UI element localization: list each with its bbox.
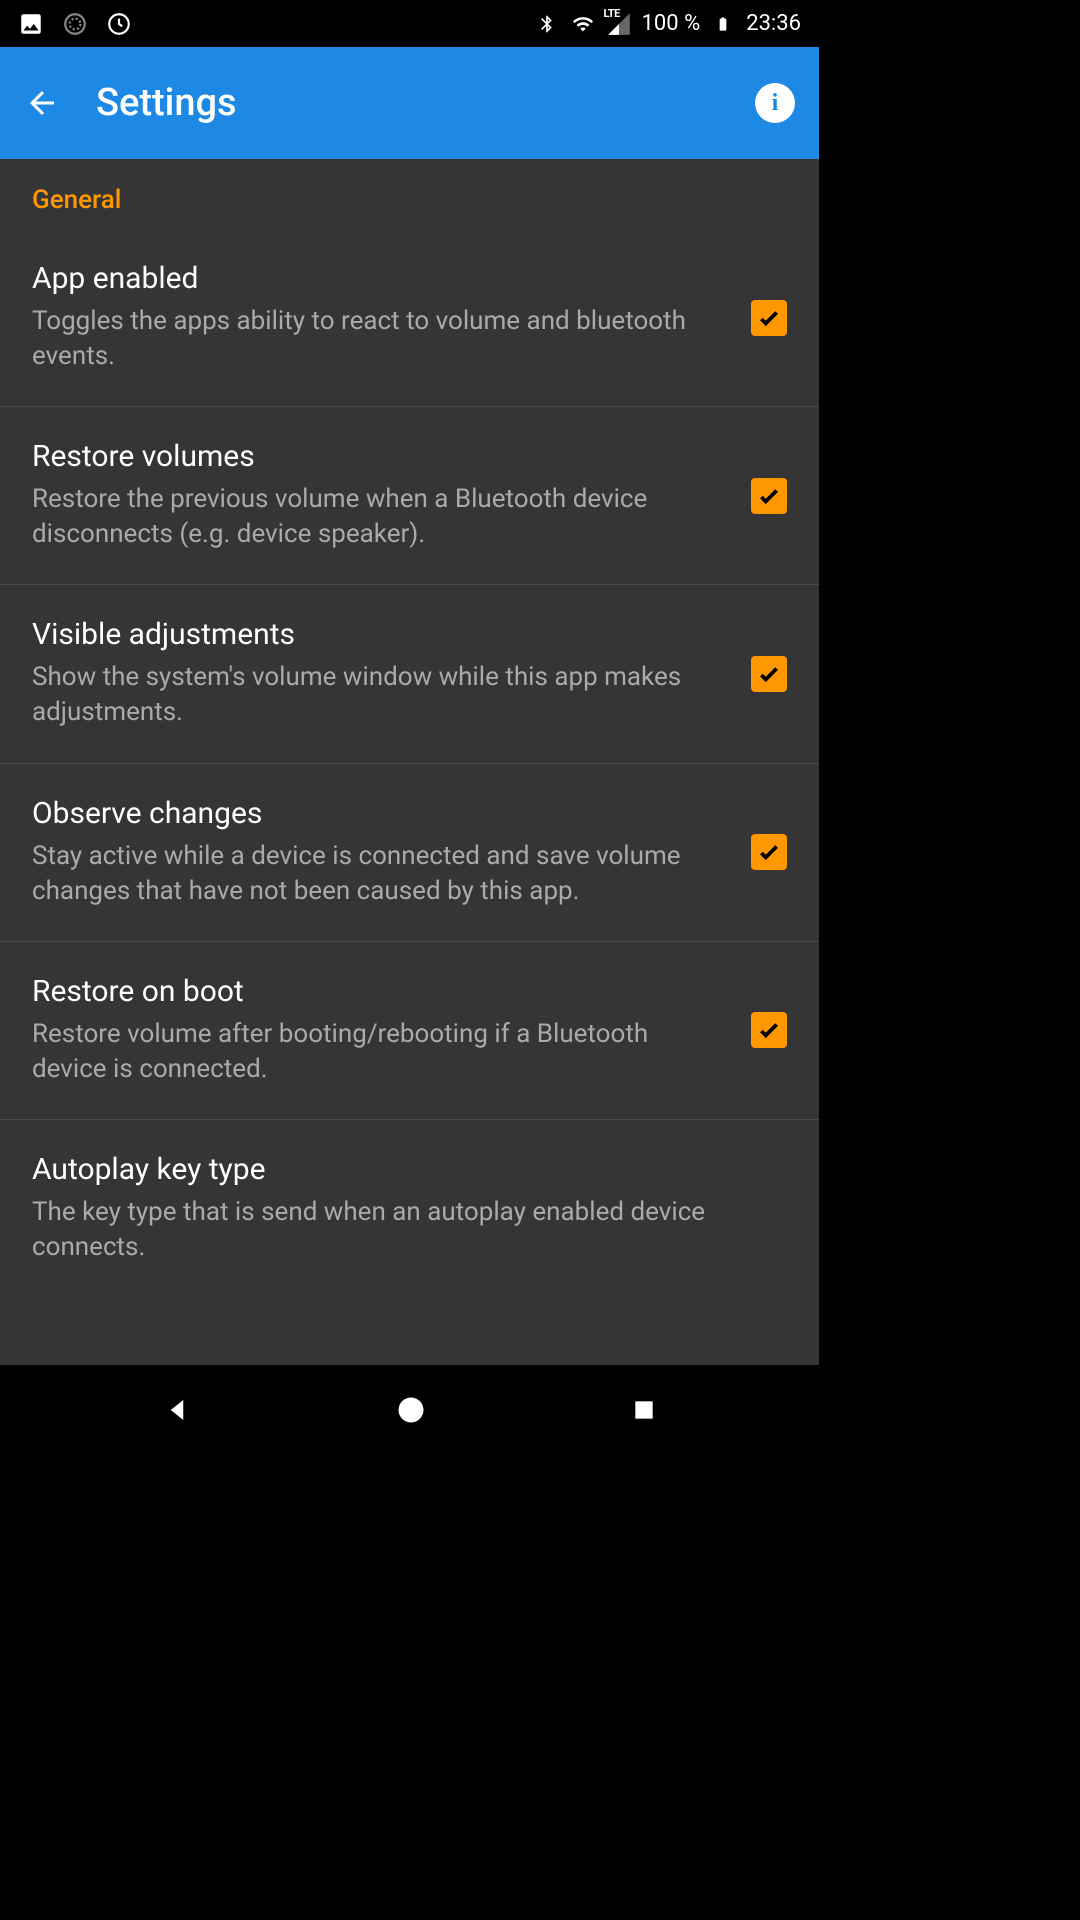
clock-time: 23:36 — [746, 11, 801, 36]
check-icon — [756, 483, 782, 509]
wifi-icon — [570, 11, 596, 37]
setting-title: Observe changes — [32, 796, 727, 831]
setting-observe-changes[interactable]: Observe changes Stay active while a devi… — [0, 764, 819, 942]
setting-title: Restore on boot — [32, 974, 727, 1009]
setting-autoplay-key-type[interactable]: Autoplay key type The key type that is s… — [0, 1120, 819, 1297]
status-left-icons — [18, 11, 132, 37]
info-icon: i — [772, 90, 779, 117]
setting-visible-adjustments[interactable]: Visible adjustments Show the system's vo… — [0, 585, 819, 763]
nav-back-button[interactable] — [162, 1395, 192, 1425]
setting-description: The key type that is send when an autopl… — [32, 1195, 763, 1265]
setting-description: Stay active while a device is connected … — [32, 839, 727, 909]
setting-restore-on-boot[interactable]: Restore on boot Restore volume after boo… — [0, 942, 819, 1120]
check-icon — [756, 305, 782, 331]
nav-recent-button[interactable] — [631, 1397, 657, 1423]
checkbox-restore-on-boot[interactable] — [751, 1012, 787, 1048]
page-title: Settings — [96, 81, 719, 125]
section-header-general: General — [0, 159, 819, 229]
battery-percent: 100 % — [642, 11, 701, 36]
checkbox-observe-changes[interactable] — [751, 834, 787, 870]
checkbox-restore-volumes[interactable] — [751, 478, 787, 514]
app-bar: Settings i — [0, 47, 819, 159]
setting-restore-volumes[interactable]: Restore volumes Restore the previous vol… — [0, 407, 819, 585]
circle-icon — [62, 11, 88, 37]
bluetooth-icon — [534, 11, 560, 37]
setting-title: App enabled — [32, 261, 727, 296]
setting-description: Toggles the apps ability to react to vol… — [32, 304, 727, 374]
check-icon — [756, 661, 782, 687]
status-bar: LTE 100 % 23:36 — [0, 0, 819, 47]
check-icon — [756, 1017, 782, 1043]
info-button[interactable]: i — [755, 83, 795, 123]
navigation-bar — [0, 1365, 819, 1455]
setting-title: Visible adjustments — [32, 617, 727, 652]
clock-icon — [106, 11, 132, 37]
setting-title: Restore volumes — [32, 439, 727, 474]
settings-content: General App enabled Toggles the apps abi… — [0, 159, 819, 1365]
setting-description: Restore volume after booting/rebooting i… — [32, 1017, 727, 1087]
setting-app-enabled[interactable]: App enabled Toggles the apps ability to … — [0, 229, 819, 407]
setting-title: Autoplay key type — [32, 1152, 763, 1187]
setting-description: Show the system's volume window while th… — [32, 660, 727, 730]
battery-icon — [710, 11, 736, 37]
image-icon — [18, 11, 44, 37]
lte-signal-icon: LTE — [606, 11, 632, 37]
checkbox-visible-adjustments[interactable] — [751, 656, 787, 692]
nav-home-button[interactable] — [396, 1395, 426, 1425]
setting-description: Restore the previous volume when a Bluet… — [32, 482, 727, 552]
status-right: LTE 100 % 23:36 — [534, 11, 801, 37]
checkbox-app-enabled[interactable] — [751, 300, 787, 336]
check-icon — [756, 839, 782, 865]
back-button[interactable] — [24, 85, 60, 121]
